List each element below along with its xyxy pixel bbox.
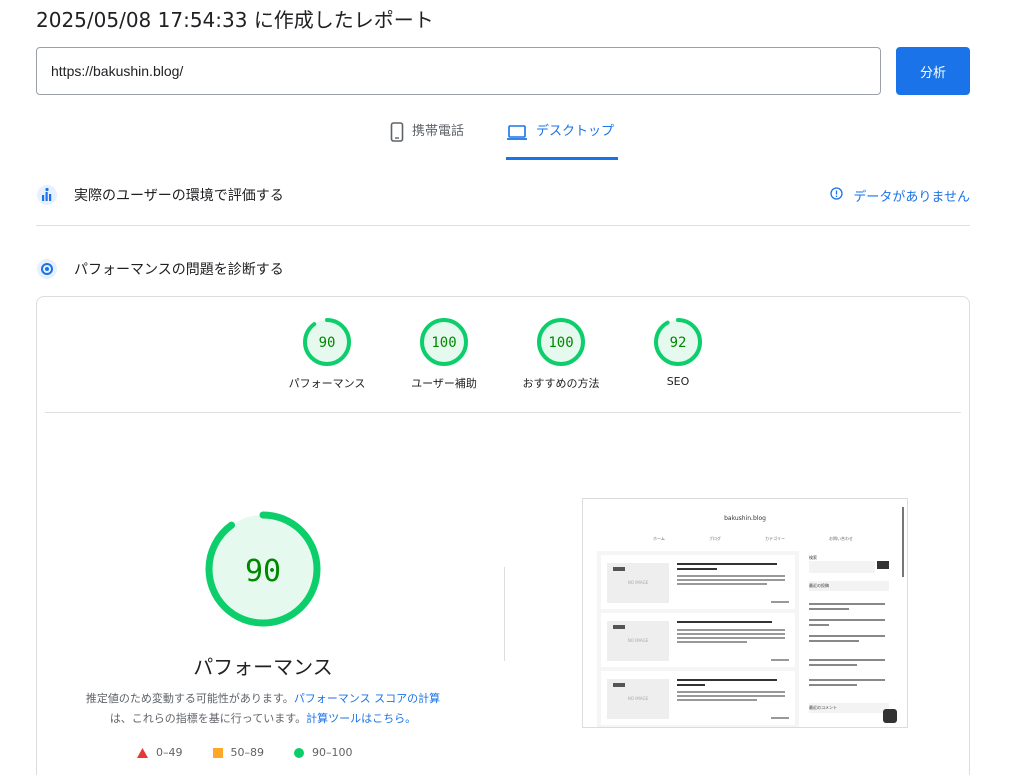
- performance-label: パフォーマンス: [288, 377, 366, 390]
- thumb-comments-label: 最近のコメント: [809, 705, 837, 710]
- best-practices-score: 100: [548, 335, 573, 351]
- legend-average: 50–89: [212, 746, 265, 759]
- info-icon: [830, 186, 844, 204]
- note-text-1: 推定値のため変動する可能性があります。: [85, 692, 294, 705]
- calculator-link[interactable]: 計算ツールはこちら。: [306, 712, 416, 725]
- thumb-posts: NO IMAGE NO IMAGE NO IMAGE: [597, 551, 799, 727]
- score-gauge-performance[interactable]: 90 パフォーマンス: [267, 317, 387, 391]
- tab-mobile[interactable]: 携帯電話: [390, 122, 464, 160]
- best-practices-label: おすすめの方法: [522, 377, 600, 390]
- thumb-nav: ホーム ブログ カテゴリー お問い合わせ: [653, 536, 853, 542]
- smartphone-icon: [390, 122, 404, 142]
- legend-fail: 0–49: [137, 746, 183, 759]
- circle-icon: [294, 747, 304, 758]
- tab-mobile-label: 携帯電話: [412, 124, 465, 139]
- field-data-section: 実際のユーザーの環境で評価する データがありません: [36, 180, 970, 210]
- no-data-text: データがありません: [853, 189, 970, 205]
- square-icon: [212, 747, 223, 758]
- card-divider: [45, 412, 961, 413]
- thumb-post: NO IMAGE: [601, 555, 795, 609]
- score-gauge-accessibility[interactable]: 100 ユーザー補助: [384, 317, 504, 391]
- thumb-sidebar: 検索 最近の投稿 最近のコメント: [805, 551, 893, 727]
- analyze-button[interactable]: 分析: [896, 47, 970, 95]
- score-note: 推定値のため変動する可能性があります。パフォーマンス スコアの計算 は、これらの…: [67, 689, 459, 729]
- thumb-dark-mode-icon: [883, 709, 897, 723]
- accessibility-gauge-ring: 100: [420, 318, 468, 366]
- thumb-post: NO IMAGE: [601, 613, 795, 667]
- seo-gauge-ring: 92: [654, 318, 702, 366]
- thumb-nav-item: ブログ: [708, 536, 721, 541]
- legend-pass: 90–100: [294, 746, 353, 759]
- diagnose-section: パフォーマンスの問題を診断する: [36, 254, 970, 284]
- main-score: 90: [245, 554, 281, 589]
- legend-fail-range: 0–49: [156, 746, 183, 759]
- performance-score: 90: [319, 335, 336, 351]
- performance-gauge-ring: 90: [303, 318, 351, 366]
- seo-score: 92: [670, 335, 687, 351]
- score-calc-link[interactable]: パフォーマンス スコアの計算: [294, 692, 440, 705]
- thumb-nav-item: ホーム: [653, 536, 665, 541]
- page-screenshot-thumbnail: bakushin.blog ホーム ブログ カテゴリー お問い合わせ NO IM…: [582, 498, 908, 728]
- thumb-post-image: NO IMAGE: [607, 679, 669, 719]
- seo-label: SEO: [666, 375, 690, 388]
- thumb-post: NO IMAGE: [601, 671, 795, 725]
- triangle-icon: [137, 747, 148, 758]
- thumb-nav-item: お問い合わせ: [828, 536, 853, 541]
- thumb-site-title: bakushin.blog: [724, 515, 766, 522]
- thumb-post-image: NO IMAGE: [607, 621, 669, 661]
- best-practices-gauge-ring: 100: [537, 318, 585, 366]
- accessibility-label: ユーザー補助: [411, 377, 477, 390]
- score-legend: 0–49 50–89 90–100: [137, 746, 353, 759]
- tab-desktop-label: デスクトップ: [536, 124, 615, 139]
- laptop-icon: [506, 122, 528, 142]
- field-data-label: 実際のユーザーの環境で評価する: [74, 188, 284, 204]
- legend-average-range: 50–89: [230, 746, 265, 759]
- url-input[interactable]: [36, 47, 881, 95]
- field-data-icon: [36, 184, 58, 206]
- diagnose-label: パフォーマンスの問題を診断する: [74, 262, 284, 278]
- section-divider: [36, 225, 970, 226]
- vertical-divider: [504, 567, 505, 661]
- score-gauge-best-practices[interactable]: 100 おすすめの方法: [501, 317, 621, 391]
- accessibility-score: 100: [431, 335, 456, 351]
- lab-data-icon: [36, 258, 58, 280]
- lab-results-card: 90 パフォーマンス 100 ユーザー補助 100 おすすめの方法 92 SEO…: [36, 296, 970, 775]
- tab-desktop[interactable]: デスクトップ: [506, 122, 619, 160]
- thumb-search-button: [877, 561, 889, 569]
- legend-pass-range: 90–100: [312, 746, 353, 759]
- note-text-2: は、これらの指標を基に行っています。: [109, 712, 307, 725]
- no-data-notice: データがありません: [830, 186, 970, 205]
- thumb-recent-label: 最近の投稿: [809, 583, 829, 588]
- score-gauge-seo[interactable]: 92 SEO: [618, 317, 738, 388]
- thumb-nav-item: カテゴリー: [764, 536, 785, 541]
- score-gauges: 90 パフォーマンス 100 ユーザー補助 100 おすすめの方法 92 SEO: [37, 317, 969, 397]
- main-performance-gauge: 90: [205, 511, 321, 627]
- main-score-label: パフォーマンス: [193, 655, 333, 679]
- thumb-post-image: NO IMAGE: [607, 563, 669, 603]
- report-title: 2025/05/08 17:54:33 に作成したレポート: [36, 8, 434, 32]
